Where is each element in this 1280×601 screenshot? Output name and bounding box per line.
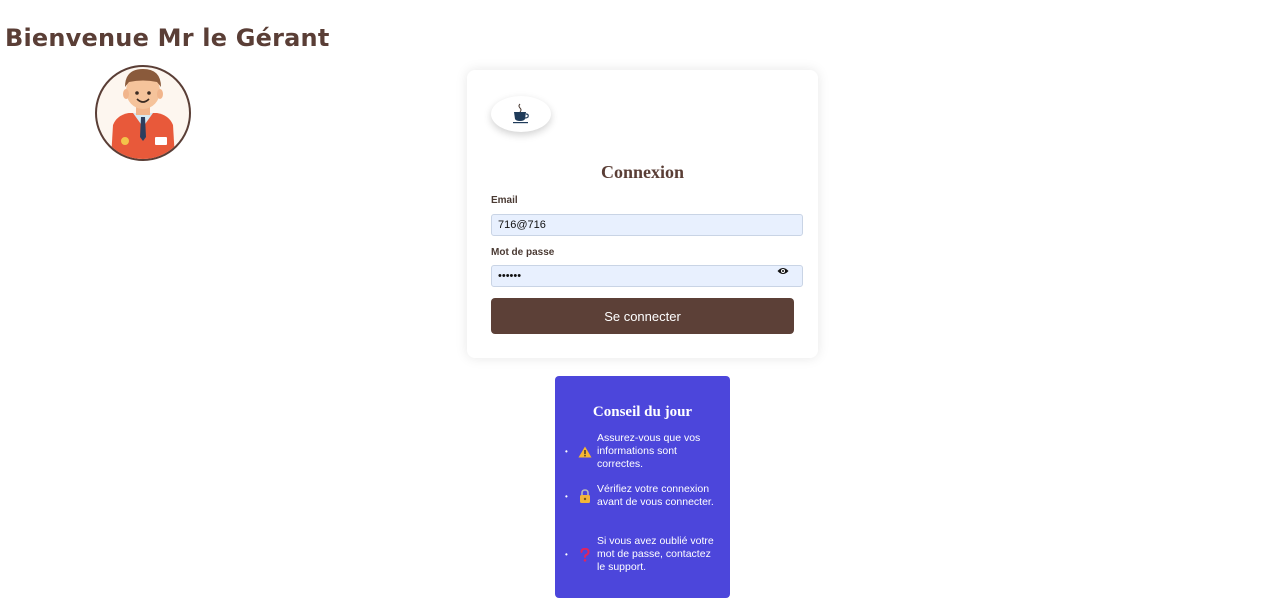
email-label: Email — [491, 195, 518, 206]
cafe-logo — [491, 96, 551, 132]
tips-card: Conseil du jour • Assurez-vous que vos i… — [555, 376, 730, 598]
lock-icon — [573, 489, 597, 503]
bullet: • — [565, 491, 568, 501]
tip-item: • Vérifiez votre connexion avant de vous… — [565, 483, 725, 509]
login-button[interactable]: Se connecter — [491, 298, 794, 334]
eye-icon[interactable] — [777, 263, 789, 274]
login-title: Connexion — [600, 162, 685, 182]
password-label: Mot de passe — [491, 247, 555, 258]
tip-text: Assurez-vous que vos informations sont c… — [597, 432, 701, 470]
manager-avatar — [95, 65, 191, 161]
tip-text: Vérifiez votre connexion avant de vous c… — [597, 483, 714, 508]
tip-item: • Si vous avez oublié votre mot de passe… — [565, 535, 725, 574]
login-card: Connexion Email Mot de passe Se connecte… — [467, 70, 818, 358]
coffee-cup-icon — [513, 103, 529, 124]
tip-item: • Assurez-vous que vos informations sont… — [565, 432, 725, 471]
question-icon — [573, 547, 597, 562]
tip-text: Si vous avez oublié votre mot de passe, … — [597, 535, 714, 573]
password-field[interactable] — [491, 265, 803, 287]
tips-title: Conseil du jour — [592, 404, 693, 420]
bullet: • — [565, 447, 568, 456]
warning-icon — [573, 446, 597, 458]
bullet: • — [565, 550, 568, 559]
welcome-heading: Bienvenue Mr le Gérant — [5, 24, 330, 52]
email-field[interactable] — [491, 214, 803, 236]
